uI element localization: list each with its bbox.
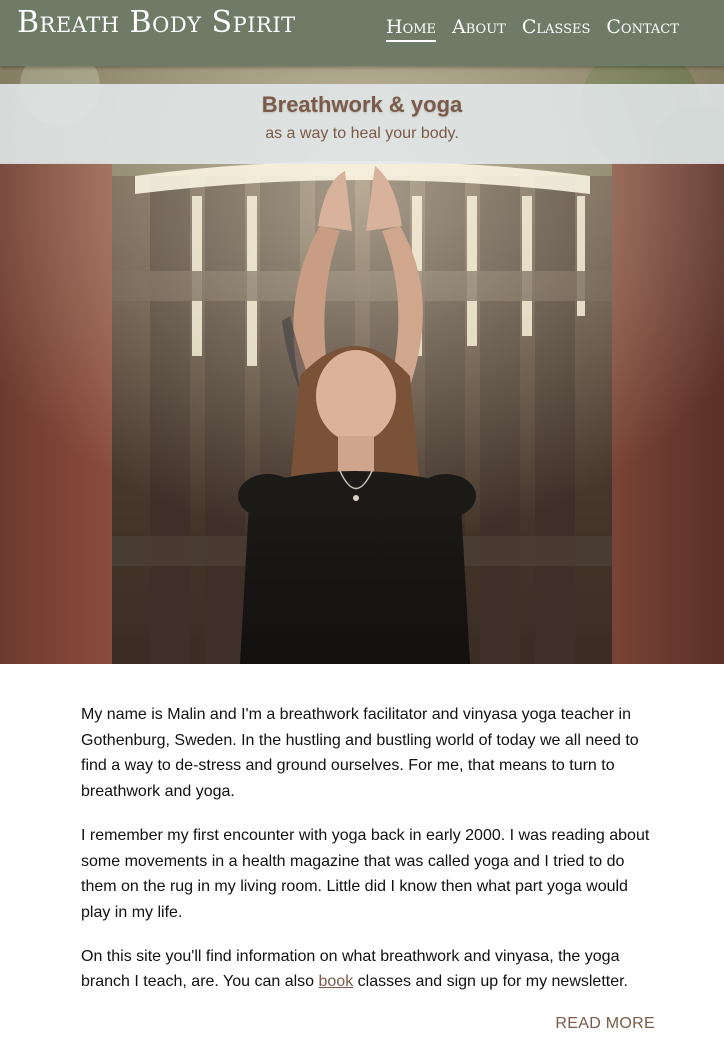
nav-about[interactable]: About — [452, 16, 506, 42]
hero-section: Breathwork & yoga as a way to heal your … — [0, 66, 724, 664]
book-link[interactable]: book — [319, 973, 354, 990]
site-logo[interactable]: Breath Body Spirit — [17, 5, 296, 40]
hero-tagline-band: Breathwork & yoga as a way to heal your … — [0, 84, 724, 164]
site-header: Breath Body Spirit Home About Classes Co… — [0, 0, 724, 66]
nav-contact[interactable]: Contact — [606, 16, 679, 42]
nav-classes[interactable]: Classes — [522, 16, 591, 42]
hero-title: Breathwork & yoga — [261, 92, 463, 117]
nav-home[interactable]: Home — [386, 16, 437, 42]
paragraph-3-text-after: classes and sign up for my newsletter. — [353, 973, 628, 991]
intro-paragraph-1: My name is Malin and I'm a breathwork fa… — [81, 706, 639, 801]
intro-content: My name is Malin and I'm a breathwork fa… — [81, 702, 655, 1013]
intro-paragraph-3: On this site you'll find information on … — [81, 944, 655, 995]
read-more-link[interactable]: READ MORE — [555, 1015, 655, 1033]
intro-paragraph-2: I remember my first encounter with yoga … — [81, 826, 650, 921]
hero-subtitle: as a way to heal your body. — [265, 125, 459, 142]
main-nav: Home About Classes Contact — [386, 16, 679, 42]
